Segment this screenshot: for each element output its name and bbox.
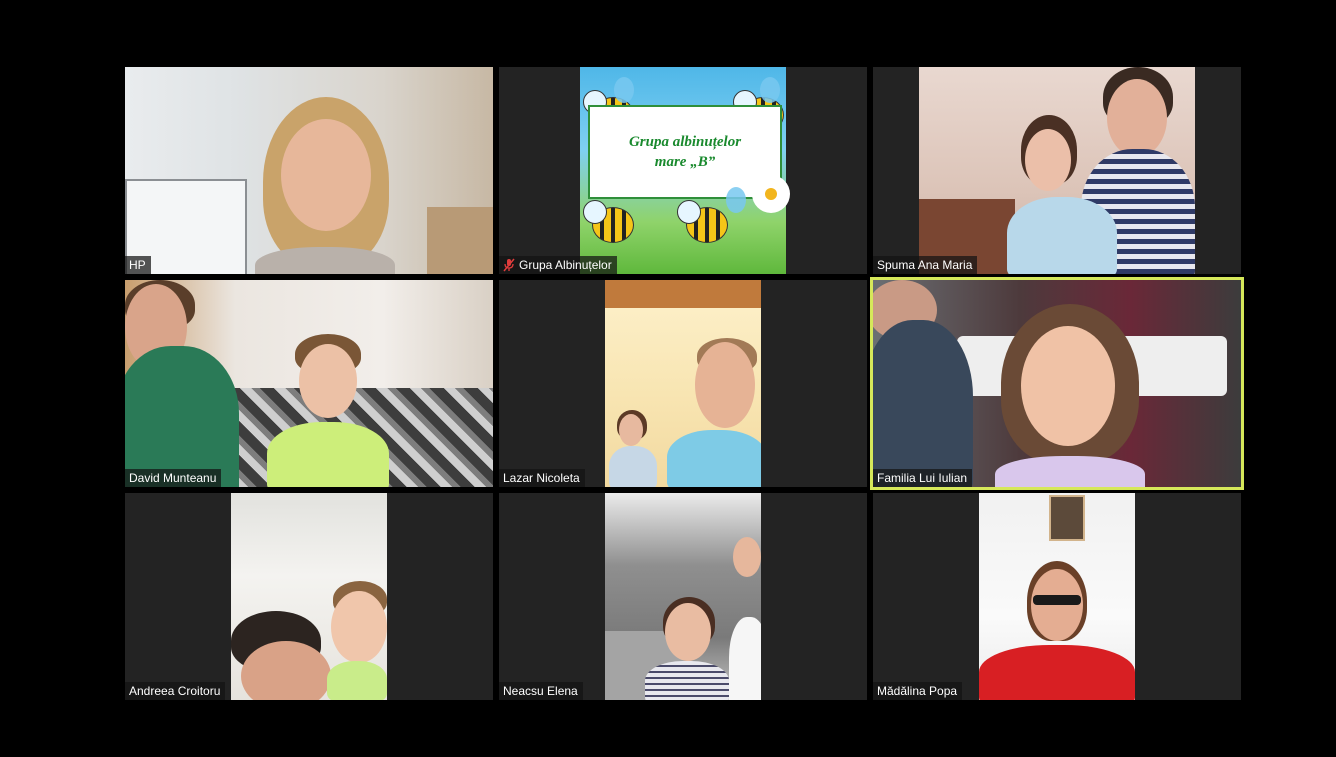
bee-illustration xyxy=(583,200,634,243)
participant-tile-neacsu-elena[interactable]: Neacsu Elena xyxy=(499,493,867,700)
video-feed xyxy=(873,280,1241,487)
video-feed xyxy=(979,493,1135,700)
participant-name-label: Andreea Croitoru xyxy=(125,682,226,700)
shared-slide-image: Grupa albinuțelor mare „B” xyxy=(580,67,786,274)
participant-person xyxy=(979,561,1135,700)
participant-tile-lazar-nicoleta[interactable]: Lazar Nicoleta xyxy=(499,280,867,487)
participant-tile-madalina-popa[interactable]: Mădălina Popa xyxy=(873,493,1241,700)
participant-tile-grupa-albinutelor[interactable]: Grupa albinuțelor mare „B” Grupa Albinuț… xyxy=(499,67,867,274)
participant-name-label: Spuma Ana Maria xyxy=(873,256,978,274)
participant-name-label: Neacsu Elena xyxy=(499,682,583,700)
participant-person xyxy=(667,338,761,487)
video-feed xyxy=(231,493,387,700)
video-feed xyxy=(919,67,1195,274)
participant-tile-spuma-ana-maria[interactable]: Spuma Ana Maria xyxy=(873,67,1241,274)
wall-picture xyxy=(1049,495,1085,541)
video-feed xyxy=(125,67,493,274)
slide-title-card: Grupa albinuțelor mare „B” xyxy=(588,105,782,199)
participant-person xyxy=(609,410,657,487)
participant-person xyxy=(873,280,973,487)
slide-title-line-2: mare „B” xyxy=(654,154,716,170)
sunglasses xyxy=(1033,595,1081,605)
participant-name-label: Familia Lui Iulian xyxy=(873,469,973,487)
participant-name-label: HP xyxy=(125,256,151,274)
participant-person xyxy=(235,97,415,274)
flower-illustration xyxy=(756,179,786,209)
video-feed xyxy=(605,280,761,487)
participant-person xyxy=(985,304,1155,487)
participant-person xyxy=(729,537,761,700)
video-feed xyxy=(605,493,761,700)
participant-tile-hp[interactable]: HP xyxy=(125,67,493,274)
participant-tile-andreea-croitoru[interactable]: Andreea Croitoru xyxy=(125,493,493,700)
participant-person xyxy=(261,334,391,487)
slide-title-line-1: Grupa albinuțelor xyxy=(628,134,742,150)
shelf xyxy=(427,207,493,274)
meeting-gallery-view: HP Grupa albinuțelor mare „B” Grupa Albi… xyxy=(0,0,1336,757)
participant-person xyxy=(327,581,387,700)
participant-person xyxy=(125,280,241,487)
video-grid: HP Grupa albinuțelor mare „B” Grupa Albi… xyxy=(125,67,1244,700)
participant-name-label: Lazar Nicoleta xyxy=(499,469,585,487)
participant-name-label: David Munteanu xyxy=(125,469,222,487)
participant-person xyxy=(1007,115,1117,274)
mic-muted-icon xyxy=(503,258,515,272)
ceiling-beam xyxy=(605,280,761,308)
participant-tile-david-munteanu[interactable]: David Munteanu xyxy=(125,280,493,487)
participant-tile-familia-lui-iulian[interactable]: Familia Lui Iulian xyxy=(870,277,1244,490)
participant-name-label: Grupa Albinuțelor xyxy=(499,256,617,274)
video-feed xyxy=(125,280,493,487)
participant-person xyxy=(231,611,341,700)
participant-name-label: Mădălina Popa xyxy=(873,682,963,700)
participant-person xyxy=(645,597,729,700)
bee-illustration xyxy=(677,200,728,243)
